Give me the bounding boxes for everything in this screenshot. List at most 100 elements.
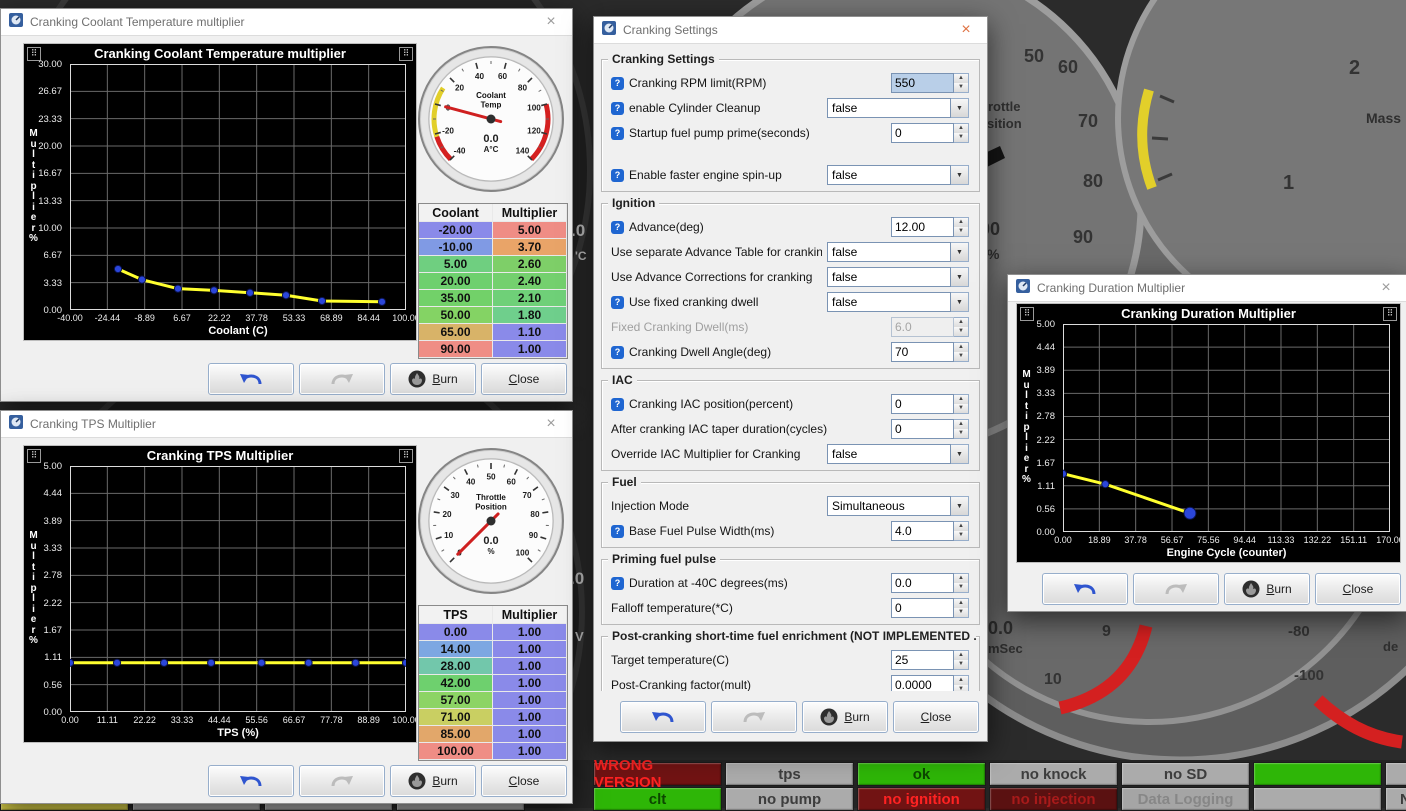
- table-cell[interactable]: 90.00: [419, 341, 493, 358]
- status-indicator[interactable]: [1253, 787, 1382, 811]
- help-icon[interactable]: ?: [611, 346, 624, 359]
- field-spinner[interactable]: 4.0▲▼: [891, 521, 969, 541]
- table-cell[interactable]: 5.00: [493, 222, 567, 239]
- table-row[interactable]: 100.001.00: [419, 743, 567, 760]
- chevron-down-icon[interactable]: ▼: [951, 496, 969, 516]
- field-dropdown[interactable]: false▼: [827, 165, 969, 185]
- spinner-up-icon[interactable]: ▲: [954, 395, 968, 404]
- help-icon[interactable]: ?: [611, 296, 624, 309]
- field-spinner[interactable]: 0.0▲▼: [891, 573, 969, 593]
- expand-icon[interactable]: ⠿: [1383, 307, 1397, 321]
- close-button[interactable]: Close: [1315, 573, 1401, 605]
- spinner-down-icon[interactable]: ▼: [954, 83, 968, 92]
- table-row[interactable]: 42.001.00: [419, 675, 567, 692]
- field-value[interactable]: false: [827, 242, 951, 262]
- spinner-up-icon[interactable]: ▲: [954, 124, 968, 133]
- table-row[interactable]: -20.005.00: [419, 222, 567, 239]
- table-row[interactable]: 35.002.10: [419, 290, 567, 307]
- table-cell[interactable]: 100.00: [419, 743, 493, 760]
- burn-button[interactable]: Burn: [390, 765, 476, 797]
- spinner-down-icon[interactable]: ▼: [954, 133, 968, 142]
- spinner-up-icon[interactable]: ▲: [954, 218, 968, 227]
- table-cell[interactable]: 71.00: [419, 709, 493, 726]
- table-cell[interactable]: 1.00: [493, 709, 567, 726]
- field-spinner[interactable]: 0▲▼: [891, 598, 969, 618]
- spinner-down-icon[interactable]: ▼: [954, 327, 968, 336]
- coolant-multiplier-chart[interactable]: Cranking Coolant Temperature multiplier⠿…: [23, 43, 417, 341]
- close-button[interactable]: Close: [893, 701, 979, 733]
- burn-button[interactable]: Burn: [390, 363, 476, 395]
- field-spinner[interactable]: 6.0▲▼: [891, 317, 969, 337]
- table-row[interactable]: 57.001.00: [419, 692, 567, 709]
- titlebar[interactable]: Cranking Settings ×: [594, 17, 987, 44]
- close-icon[interactable]: ×: [538, 10, 564, 34]
- spinner-down-icon[interactable]: ▼: [954, 608, 968, 617]
- undo-button[interactable]: [620, 701, 706, 733]
- table-cell[interactable]: 2.60: [493, 256, 567, 273]
- field-value[interactable]: 0: [891, 419, 954, 439]
- field-value[interactable]: 0: [891, 394, 954, 414]
- spinner-up-icon[interactable]: ▲: [954, 343, 968, 352]
- redo-button[interactable]: [711, 701, 797, 733]
- help-icon[interactable]: ?: [611, 525, 624, 538]
- chevron-down-icon[interactable]: ▼: [951, 444, 969, 464]
- field-spinner[interactable]: 25▲▼: [891, 650, 969, 670]
- spinner-down-icon[interactable]: ▼: [954, 227, 968, 236]
- close-icon[interactable]: ×: [1373, 276, 1399, 300]
- burn-button[interactable]: Burn: [1224, 573, 1310, 605]
- spinner-down-icon[interactable]: ▼: [954, 660, 968, 669]
- undo-button[interactable]: [208, 363, 294, 395]
- close-button[interactable]: Close: [481, 363, 567, 395]
- table-cell[interactable]: -20.00: [419, 222, 493, 239]
- table-cell[interactable]: 1.00: [493, 341, 567, 358]
- spinner-down-icon[interactable]: ▼: [954, 685, 968, 691]
- chevron-down-icon[interactable]: ▼: [951, 165, 969, 185]
- table-row[interactable]: 28.001.00: [419, 658, 567, 675]
- spinner-down-icon[interactable]: ▼: [954, 404, 968, 413]
- titlebar[interactable]: Cranking Duration Multiplier ×: [1008, 275, 1406, 302]
- field-value[interactable]: 4.0: [891, 521, 954, 541]
- redo-button[interactable]: [299, 765, 385, 797]
- status-indicator[interactable]: tps: [725, 762, 854, 786]
- table-cell[interactable]: 1.80: [493, 307, 567, 324]
- table-cell[interactable]: 1.00: [493, 658, 567, 675]
- field-value[interactable]: Simultaneous: [827, 496, 951, 516]
- redo-button[interactable]: [1133, 573, 1219, 605]
- table-cell[interactable]: 1.00: [493, 641, 567, 658]
- tps-multiplier-table[interactable]: TPSMultiplier0.001.0014.001.0028.001.004…: [418, 605, 568, 761]
- titlebar[interactable]: Cranking Coolant Temperature multiplier …: [1, 9, 572, 36]
- chevron-down-icon[interactable]: ▼: [951, 292, 969, 312]
- table-row[interactable]: 85.001.00: [419, 726, 567, 743]
- spinner-up-icon[interactable]: ▲: [954, 599, 968, 608]
- table-cell[interactable]: 1.10: [493, 324, 567, 341]
- expand-icon[interactable]: ⠿: [399, 449, 413, 463]
- table-row[interactable]: 65.001.10: [419, 324, 567, 341]
- field-spinner[interactable]: 70▲▼: [891, 342, 969, 362]
- status-indicator[interactable]: No: [1385, 787, 1406, 811]
- spinner-down-icon[interactable]: ▼: [954, 429, 968, 438]
- table-cell[interactable]: 3.70: [493, 239, 567, 256]
- field-value[interactable]: 0.0: [891, 573, 954, 593]
- spinner-up-icon[interactable]: ▲: [954, 651, 968, 660]
- spinner-down-icon[interactable]: ▼: [954, 583, 968, 592]
- spinner-up-icon[interactable]: ▲: [954, 74, 968, 83]
- field-value[interactable]: 0: [891, 123, 954, 143]
- field-value[interactable]: false: [827, 165, 951, 185]
- chevron-down-icon[interactable]: ▼: [951, 267, 969, 287]
- spinner-down-icon[interactable]: ▼: [954, 531, 968, 540]
- field-value[interactable]: false: [827, 444, 951, 464]
- status-indicator[interactable]: no pump: [725, 787, 854, 811]
- table-row[interactable]: 50.001.80: [419, 307, 567, 324]
- table-cell[interactable]: 57.00: [419, 692, 493, 709]
- close-icon[interactable]: ×: [538, 412, 564, 436]
- help-icon[interactable]: ?: [611, 77, 624, 90]
- spinner-down-icon[interactable]: ▼: [954, 352, 968, 361]
- field-dropdown[interactable]: false▼: [827, 444, 969, 464]
- status-indicator[interactable]: [1385, 762, 1406, 786]
- field-value[interactable]: false: [827, 267, 951, 287]
- table-row[interactable]: 0.001.00: [419, 624, 567, 641]
- spinner-up-icon[interactable]: ▲: [954, 574, 968, 583]
- status-indicator[interactable]: no ignition: [857, 787, 986, 811]
- field-dropdown[interactable]: false▼: [827, 267, 969, 287]
- table-row[interactable]: 90.001.00: [419, 341, 567, 358]
